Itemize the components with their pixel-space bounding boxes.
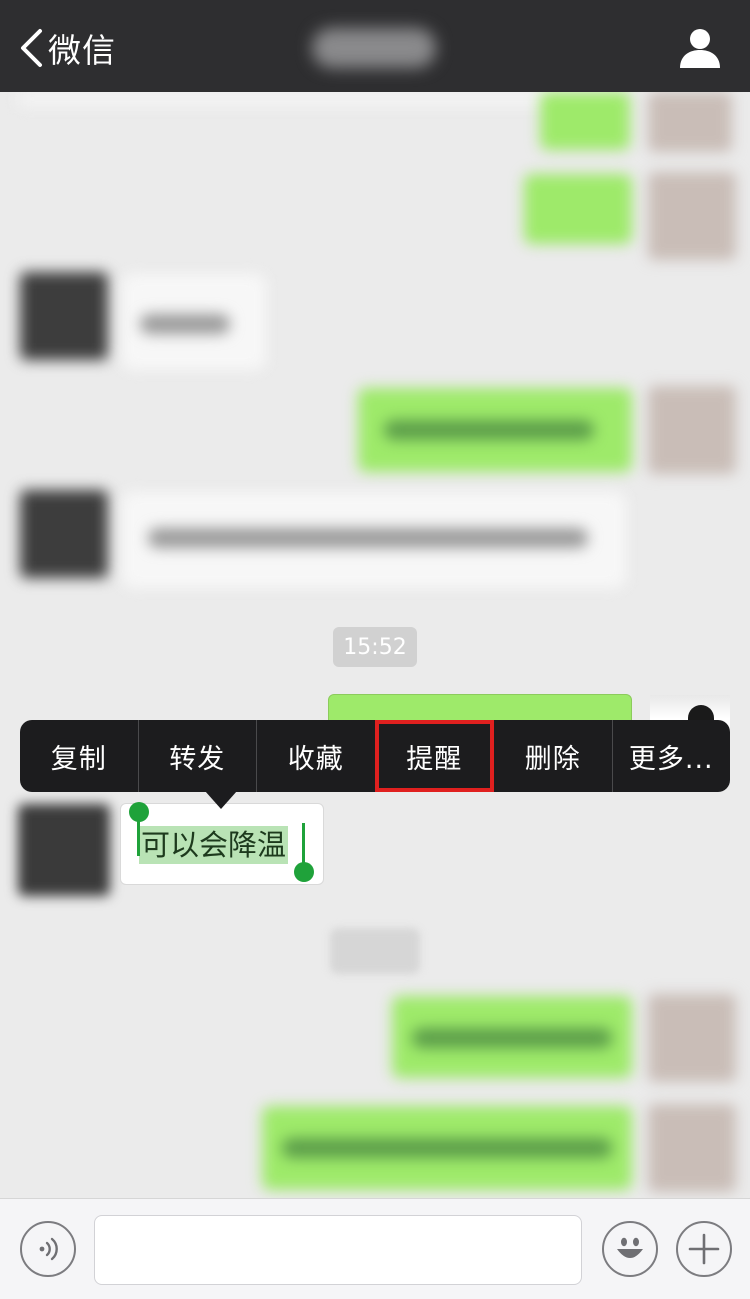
my-avatar-blurred: [648, 386, 736, 474]
blurred-text: [282, 1138, 612, 1158]
menu-item-favorite[interactable]: 收藏: [257, 720, 376, 792]
back-button[interactable]: 微信: [18, 26, 116, 70]
timestamp-blurred: [330, 928, 420, 974]
message-input[interactable]: [94, 1215, 582, 1285]
selection-handle-end-bar: [302, 823, 305, 865]
chevron-left-icon: [21, 29, 42, 67]
my-avatar-blurred: [648, 92, 732, 152]
my-avatar-blurred: [648, 994, 736, 1082]
message-timestamp: 15:52: [333, 627, 417, 667]
navigation-bar: 微信: [0, 0, 750, 92]
emoji-icon: [617, 1237, 643, 1258]
more-functions-button[interactable]: [676, 1221, 732, 1277]
my-avatar-blurred: [648, 172, 736, 260]
sent-message-blurred: [524, 174, 632, 244]
contact-avatar-blurred[interactable]: [18, 804, 110, 896]
message-context-menu: 复制 转发 收藏 提醒 删除 更多...: [20, 720, 730, 792]
blurred-text: [412, 1028, 612, 1048]
chat-area[interactable]: 15:52 可以会降温: [0, 92, 750, 1198]
contact-avatar-blurred: [20, 490, 108, 578]
blurred-text: [148, 528, 588, 548]
menu-item-more[interactable]: 更多...: [613, 720, 731, 792]
back-label: 微信: [48, 31, 116, 70]
menu-pointer-arrow: [205, 791, 237, 809]
plus-icon: [688, 1233, 720, 1265]
selected-text[interactable]: 可以会降温: [139, 826, 289, 864]
menu-item-remind[interactable]: 提醒: [374, 720, 494, 792]
blurred-text: [140, 314, 230, 334]
input-toolbar: [0, 1198, 750, 1299]
sent-message-blurred: [540, 92, 630, 150]
selection-handle-start[interactable]: [129, 802, 149, 822]
contact-avatar-blurred: [20, 272, 108, 360]
menu-item-forward[interactable]: 转发: [139, 720, 257, 792]
emoji-button[interactable]: [602, 1221, 658, 1277]
voice-button[interactable]: [20, 1221, 76, 1277]
person-icon: [680, 29, 720, 68]
selection-handle-end[interactable]: [294, 862, 314, 882]
blurred-text: [384, 420, 594, 440]
chat-title-obscured: [312, 28, 436, 68]
menu-item-delete[interactable]: 删除: [494, 720, 613, 792]
chat-info-button[interactable]: [678, 28, 722, 68]
message-partial: [18, 92, 618, 106]
my-avatar-blurred: [648, 1104, 736, 1192]
voice-icon: [39, 1237, 58, 1261]
menu-item-copy[interactable]: 复制: [20, 720, 139, 792]
